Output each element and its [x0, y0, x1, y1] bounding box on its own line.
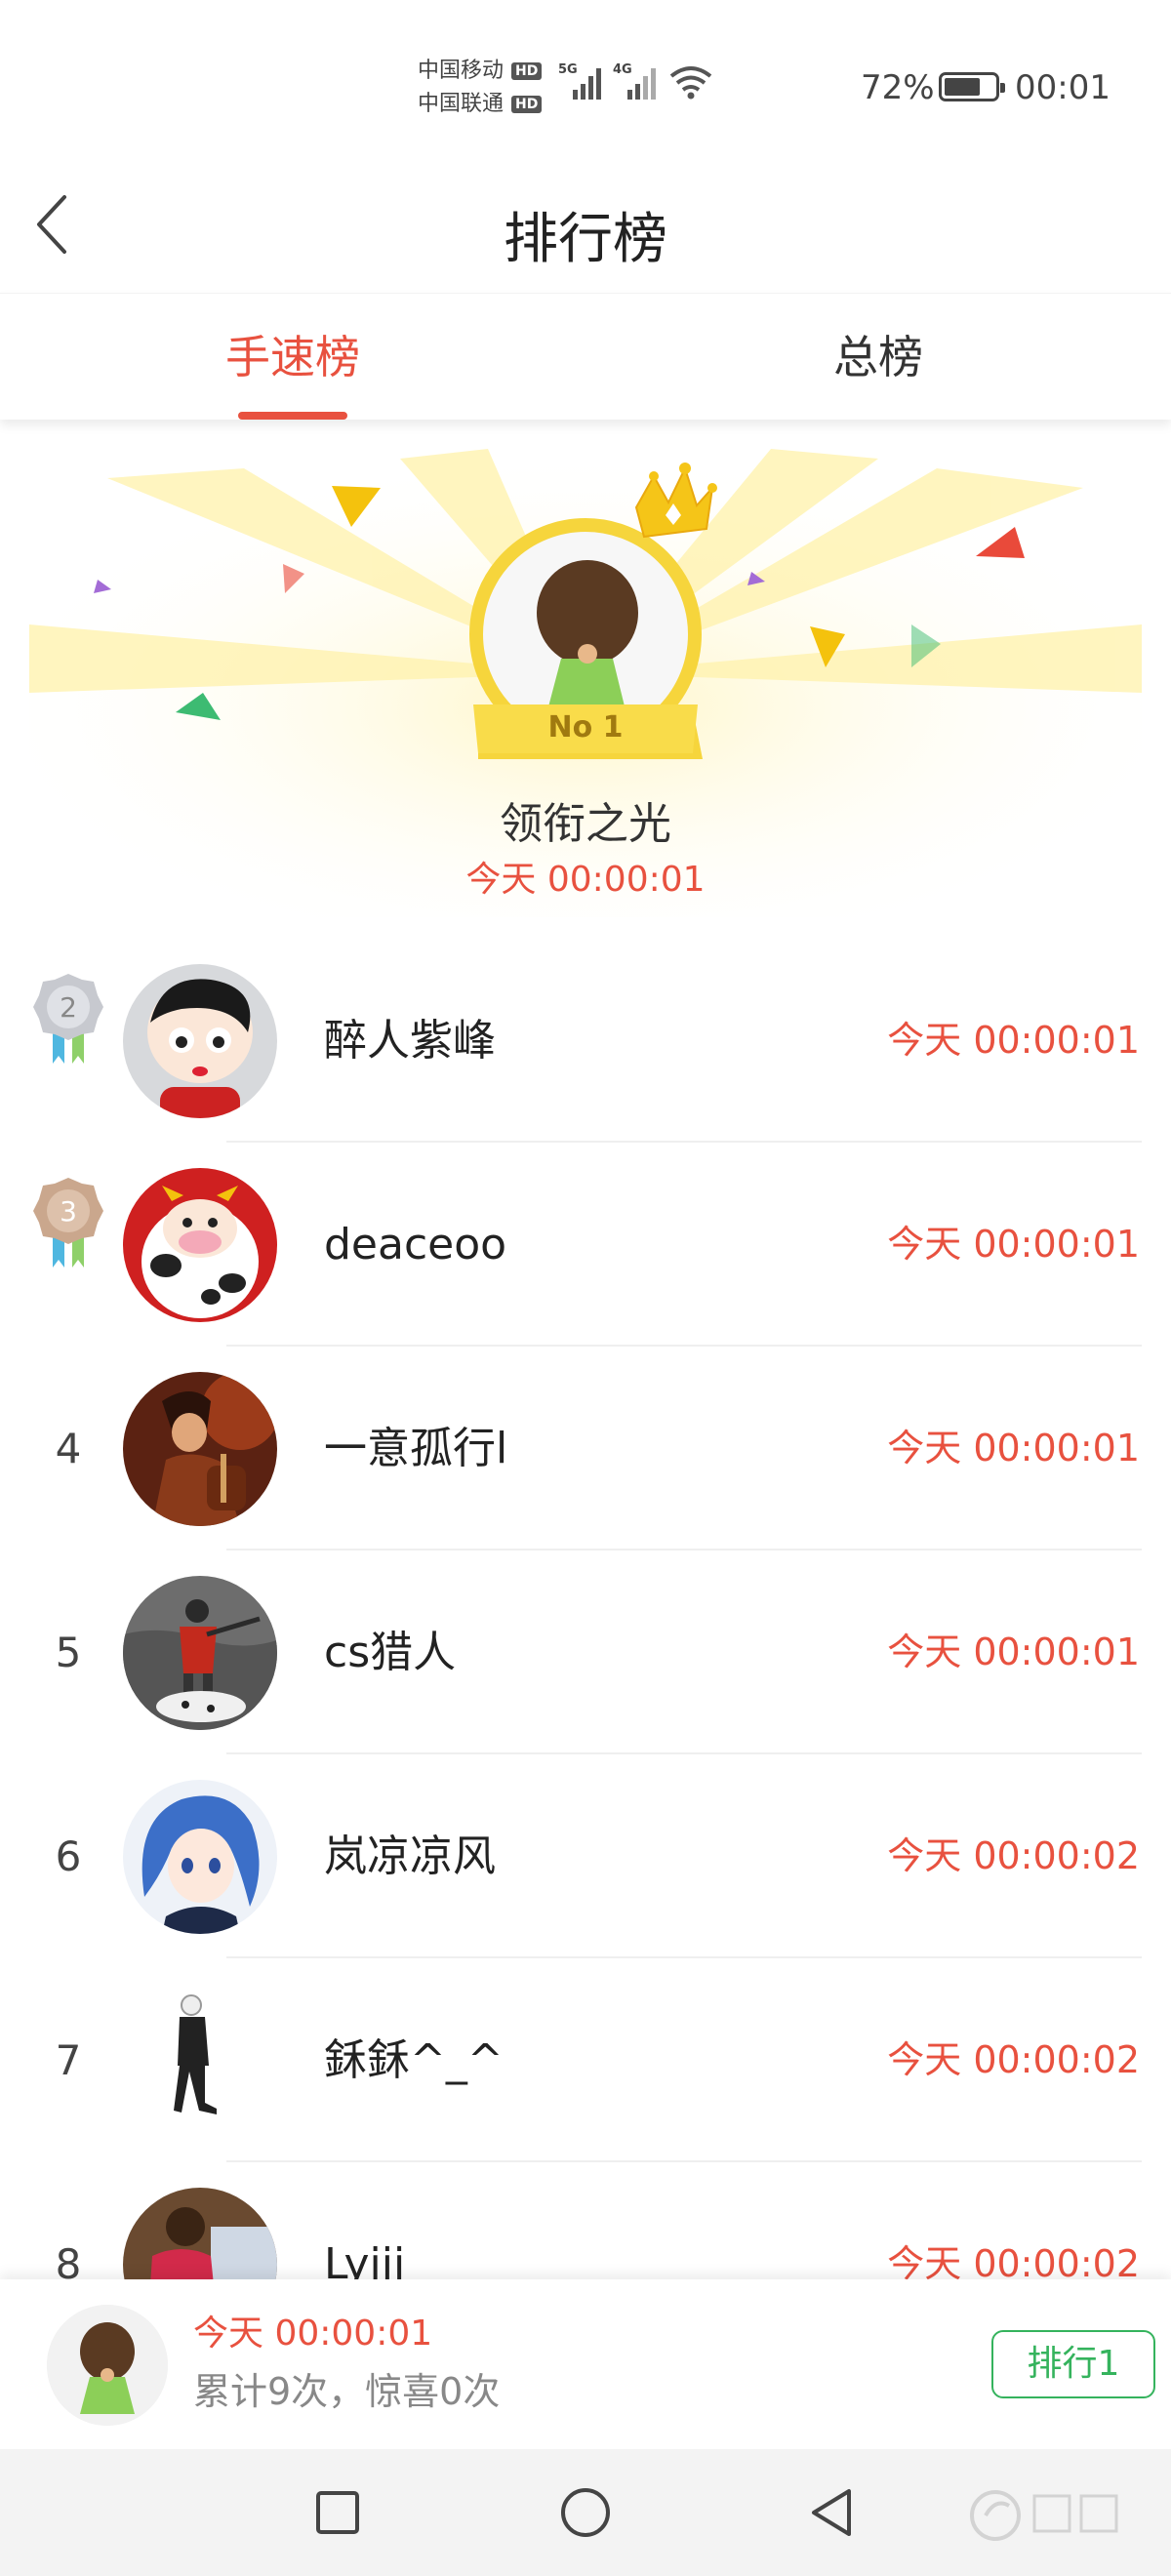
medal-rank-label: 2	[60, 991, 77, 1024]
wifi-icon	[669, 66, 712, 100]
recent-apps-icon[interactable]	[308, 2483, 367, 2542]
status-bar: 中国移动 HD 中国联通 HD 5G 4G 72% 00:01	[0, 0, 1171, 166]
user-name: cs猎人	[324, 1628, 457, 1677]
net-type-label: 5G	[558, 62, 578, 77]
user-name: 鉌鉌^_^	[324, 2035, 504, 2085]
hd-badge: HD	[511, 62, 543, 80]
user-name: 岚凉凉风	[324, 1831, 496, 1881]
medal-rank-label: 3	[60, 1195, 77, 1228]
rank-number: 6	[55, 1832, 82, 1880]
page-title: 排行榜	[504, 208, 667, 271]
user-time: 今天 00:00:01	[887, 1019, 1140, 1062]
carrier-2: 中国联通	[418, 92, 505, 116]
rank-number: 5	[55, 1629, 82, 1676]
list-item[interactable]: 6 岚凉凉风 今天 00:00:02	[0, 1754, 1171, 1958]
champion-badge-label: No 1	[547, 710, 624, 745]
avatar[interactable]	[123, 1168, 277, 1322]
my-summary: 累计9次，惊喜0次	[193, 2370, 501, 2413]
champion-avatar	[537, 560, 638, 730]
avatar[interactable]	[123, 1984, 277, 2138]
user-name: 醉人紫峰	[324, 1016, 496, 1066]
avatar[interactable]	[123, 1780, 277, 1934]
signal-4g-icon: 4G	[613, 62, 656, 100]
user-time: 今天 00:00:02	[887, 2038, 1140, 2081]
avatar[interactable]	[123, 1372, 277, 1526]
status-clock: 00:01	[1015, 68, 1110, 107]
back-nav-icon[interactable]	[804, 2483, 863, 2542]
tab-speed-ranking[interactable]: 手速榜	[0, 294, 586, 420]
hd-badge: HD	[511, 96, 543, 113]
bronze-medal-icon: 3	[33, 1178, 103, 1268]
watermark-logo-icon	[970, 2490, 1118, 2541]
carrier-info: 中国移动 HD 中国联通 HD	[418, 55, 543, 121]
app-header: 排行榜	[0, 166, 1171, 293]
user-time: 今天 00:00:02	[887, 1834, 1140, 1877]
rank-number: 4	[55, 1425, 82, 1472]
signal-5g-icon: 5G	[558, 62, 601, 100]
user-time: 今天 00:00:01	[887, 1427, 1140, 1469]
list-item[interactable]: 3 deaceoo 今天 00:00:01	[0, 1143, 1171, 1347]
user-name: 一意孤行l	[324, 1424, 508, 1473]
battery-icon	[939, 72, 1005, 101]
champion-name: 领衔之光	[500, 799, 671, 849]
my-best-time: 今天 00:00:01	[193, 2314, 433, 2354]
my-avatar[interactable]	[47, 2305, 168, 2426]
user-time: 今天 00:00:01	[887, 1223, 1140, 1266]
user-time: 今天 00:00:01	[887, 1630, 1140, 1673]
my-stats-bar: 今天 00:00:01 累计9次，惊喜0次 排行1	[0, 2279, 1171, 2449]
home-icon[interactable]	[556, 2483, 615, 2542]
ranking-tabs: 手速榜 总榜	[0, 293, 1171, 420]
tab-label: 手速榜	[225, 331, 360, 383]
user-name: deaceoo	[324, 1220, 507, 1269]
avatar[interactable]	[123, 1576, 277, 1730]
tab-active-indicator	[238, 412, 347, 420]
tab-label: 总榜	[833, 331, 923, 383]
net-type-label: 4G	[613, 62, 632, 77]
list-item[interactable]: 5 cs猎人 今天 00:00:01	[0, 1550, 1171, 1754]
tab-total-ranking[interactable]: 总榜	[586, 294, 1171, 420]
list-item[interactable]: 7 鉌鉌^_^ 今天 00:00:02	[0, 1958, 1171, 2162]
signal-indicators: 5G 4G	[558, 62, 712, 100]
silver-medal-icon: 2	[33, 974, 103, 1064]
rank-number: 7	[55, 2036, 82, 2084]
list-item[interactable]: 2 醉人紫峰 今天 00:00:01	[0, 939, 1171, 1143]
ranking-list: 2 醉人紫峰 今天 00:00:01 3 deaceoo 今天 00:00:01…	[0, 939, 1171, 2366]
battery-percent: 72%	[861, 68, 935, 107]
avatar[interactable]	[123, 964, 277, 1118]
champion-time: 今天 00:00:01	[465, 860, 706, 900]
carrier-1: 中国移动	[418, 59, 505, 83]
list-item[interactable]: 4 一意孤行l 今天 00:00:01	[0, 1347, 1171, 1550]
my-rank-button[interactable]: 排行1	[991, 2330, 1155, 2398]
system-nav-bar	[0, 2449, 1171, 2576]
